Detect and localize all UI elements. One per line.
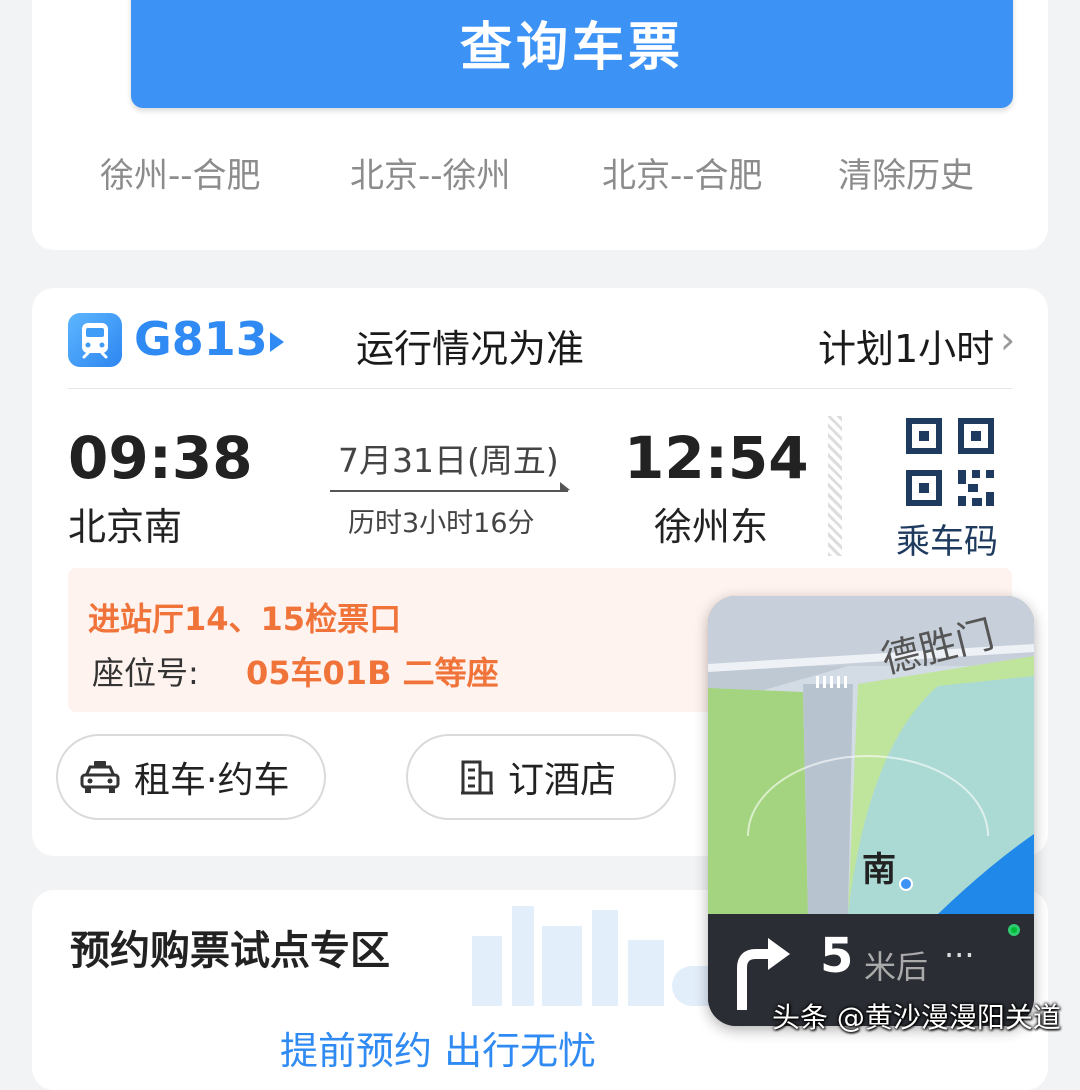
train-number[interactable]: G813 xyxy=(134,312,268,366)
qr-code-icon[interactable] xyxy=(906,418,994,510)
travel-date: 7月31日(周五) xyxy=(338,441,559,480)
plan-note[interactable]: 计划1小时 xyxy=(818,318,994,373)
travel-duration: 历时3小时16分 xyxy=(348,508,535,539)
arrive-time: 12:54 xyxy=(624,424,809,492)
play-triangle-icon[interactable] xyxy=(270,332,284,352)
perforation-separator xyxy=(828,416,842,556)
ticket-gate: 进站厅14、15检票口 xyxy=(88,600,402,638)
building-icon xyxy=(460,759,494,795)
hotel-button[interactable]: 订酒店 xyxy=(406,734,676,820)
mini-map[interactable]: 德胜门 南 xyxy=(708,596,1034,914)
map-direction-label: 南 xyxy=(862,850,896,890)
gps-status-icon xyxy=(1008,924,1020,936)
seat-label: 座位号: xyxy=(92,654,199,692)
taxi-button[interactable]: 租车·约车 xyxy=(56,734,326,820)
taxi-label: 租车·约车 xyxy=(134,760,290,801)
depart-station: 北京南 xyxy=(68,505,183,549)
promo-subtitle: 提前预约 出行无忧 xyxy=(280,1029,597,1073)
history-item-beijing-hefei[interactable]: 北京--合肥 xyxy=(602,148,763,197)
watermark: 头条 @黄沙漫漫阳关道 xyxy=(772,1001,1061,1034)
car-icon xyxy=(80,760,120,794)
depart-time: 09:38 xyxy=(68,424,253,492)
history-item-xuzhou-hefei[interactable]: 徐州--合肥 xyxy=(100,148,261,197)
promo-title: 预约购票试点专区 xyxy=(70,928,390,974)
divider xyxy=(68,388,1012,389)
query-tickets-button[interactable]: 查询车票 xyxy=(131,0,1013,108)
search-card: 查询车票 徐州--合肥 北京--徐州 北京--合肥 清除历史 xyxy=(32,0,1048,250)
distance-value: 5 xyxy=(820,928,854,984)
arrive-station: 徐州东 xyxy=(654,505,769,549)
navigation-overlay[interactable]: 德胜门 南 5 米后 ··· xyxy=(708,596,1034,1026)
hotel-label: 订酒店 xyxy=(508,760,617,801)
history-item-beijing-xuzhou[interactable]: 北京--徐州 xyxy=(350,148,511,197)
arrow-head-icon xyxy=(560,482,570,492)
more-options-icon[interactable]: ··· xyxy=(944,936,975,974)
train-icon xyxy=(68,313,122,367)
clear-history-link[interactable]: 清除历史 xyxy=(838,148,974,197)
distance-unit: 米后 xyxy=(864,948,929,986)
run-status-note: 运行情况为准 xyxy=(356,327,585,371)
seat-value: 05车01B 二等座 xyxy=(246,654,499,692)
duration-arrow-line xyxy=(330,490,568,492)
chevron-right-icon[interactable]: › xyxy=(1000,318,1015,362)
qr-code-label[interactable]: 乘车码 xyxy=(896,514,998,563)
